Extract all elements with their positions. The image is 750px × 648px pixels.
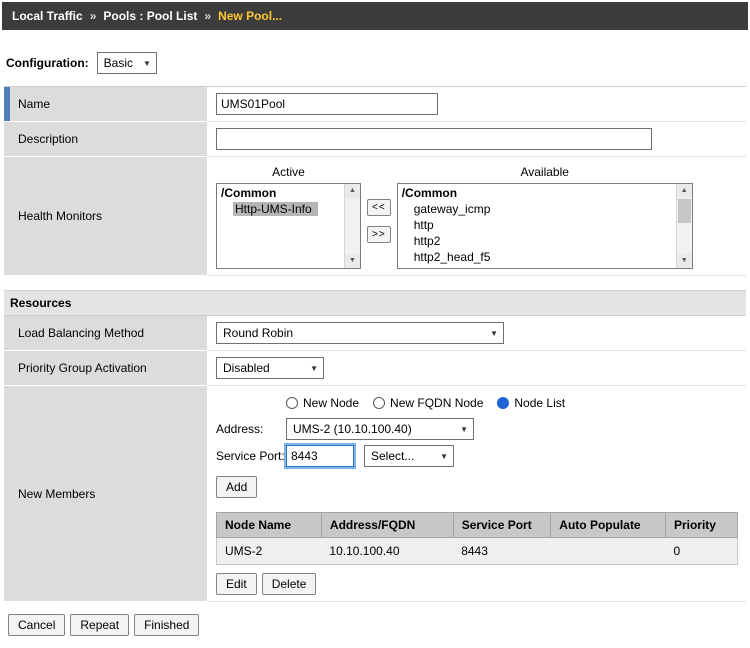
- scrollbar-thumb[interactable]: [678, 199, 691, 223]
- configuration-label: Configuration:: [6, 56, 89, 70]
- members-header-service-port: Service Port: [453, 513, 551, 538]
- address-label: Address:: [216, 422, 286, 436]
- scroll-up-icon[interactable]: ▲: [677, 184, 692, 198]
- priority-group-value: Disabled: [223, 361, 270, 375]
- member-priority: 0: [665, 538, 737, 565]
- name-label: Name: [10, 87, 208, 122]
- available-monitor-item[interactable]: http2_head_f5: [398, 249, 675, 265]
- resources-table: Load Balancing Method Round Robin ▼ Prio…: [4, 316, 746, 602]
- members-header-node-name: Node Name: [217, 513, 322, 538]
- members-header-address: Address/FQDN: [321, 513, 453, 538]
- monitor-partition-group: /Common: [217, 185, 343, 201]
- member-service-port: 8443: [453, 538, 551, 565]
- monitor-partition-group: /Common: [398, 185, 675, 201]
- members-header-auto-populate: Auto Populate: [551, 513, 666, 538]
- scroll-down-icon[interactable]: ▼: [345, 254, 360, 268]
- new-members-label: New Members: [10, 386, 208, 602]
- available-monitors-listbox[interactable]: /Common gateway_icmp http http2 http2_he…: [397, 183, 693, 269]
- resources-section-header: Resources: [4, 290, 746, 316]
- available-monitor-item[interactable]: http: [398, 217, 675, 233]
- name-input[interactable]: [216, 93, 438, 115]
- configuration-select[interactable]: Basic ▼: [97, 52, 157, 74]
- load-balancing-label: Load Balancing Method: [10, 316, 208, 351]
- service-port-input[interactable]: [286, 445, 354, 467]
- priority-group-select[interactable]: Disabled ▼: [216, 357, 324, 379]
- radio-icon[interactable]: [286, 397, 298, 409]
- cancel-button[interactable]: Cancel: [8, 614, 65, 636]
- configuration-row: Configuration: Basic ▼: [0, 30, 750, 86]
- service-port-select-value: Select...: [371, 449, 414, 463]
- load-balancing-select[interactable]: Round Robin ▼: [216, 322, 504, 344]
- description-row: Description: [4, 122, 746, 157]
- finished-button[interactable]: Finished: [134, 614, 199, 636]
- form-footer: Cancel Repeat Finished: [8, 614, 742, 636]
- repeat-button[interactable]: Repeat: [70, 614, 129, 636]
- breadcrumb-current-page: New Pool...: [218, 9, 282, 23]
- radio-node-list[interactable]: Node List: [497, 396, 565, 410]
- radio-icon[interactable]: [373, 397, 385, 409]
- table-row[interactable]: UMS-2 10.10.100.40 8443 0: [217, 538, 738, 565]
- address-value: UMS-2 (10.10.100.40): [293, 422, 412, 436]
- health-monitors-row: Health Monitors Active /Common Http-UMS-…: [4, 157, 746, 276]
- active-monitors-header: Active: [216, 163, 361, 183]
- pool-general-properties-table: Name Description Health Monitors Active …: [4, 86, 746, 276]
- radio-new-node-label: New Node: [303, 396, 359, 410]
- scroll-up-icon[interactable]: ▲: [345, 184, 360, 198]
- node-type-radio-group: New Node New FQDN Node Node List: [286, 396, 738, 410]
- available-monitor-item[interactable]: http2: [398, 233, 675, 249]
- configuration-select-value: Basic: [104, 56, 133, 70]
- breadcrumb-pool-list[interactable]: Pools : Pool List: [103, 9, 197, 23]
- load-balancing-value: Round Robin: [223, 326, 293, 340]
- delete-button[interactable]: Delete: [262, 573, 317, 595]
- priority-group-label: Priority Group Activation: [10, 351, 208, 386]
- chevron-down-icon: ▼: [310, 364, 318, 373]
- active-monitors-listbox[interactable]: /Common Http-UMS-Info ▲ ▼: [216, 183, 361, 269]
- service-port-select[interactable]: Select... ▼: [364, 445, 454, 467]
- member-node-name: UMS-2: [217, 538, 322, 565]
- radio-selected-icon[interactable]: [497, 397, 509, 409]
- radio-new-fqdn-node[interactable]: New FQDN Node: [373, 396, 483, 410]
- member-auto-populate: [551, 538, 666, 565]
- move-to-available-button[interactable]: <<: [367, 199, 391, 216]
- new-members-row: New Members New Node New FQDN Node Node …: [4, 386, 746, 602]
- description-label: Description: [10, 122, 208, 157]
- radio-node-list-label: Node List: [514, 396, 565, 410]
- description-input[interactable]: [216, 128, 652, 150]
- breadcrumb-local-traffic[interactable]: Local Traffic: [12, 9, 83, 23]
- breadcrumb-separator-icon: »: [204, 9, 211, 23]
- radio-new-node[interactable]: New Node: [286, 396, 359, 410]
- breadcrumb-separator-icon: »: [90, 9, 97, 23]
- address-select[interactable]: UMS-2 (10.10.100.40) ▼: [286, 418, 474, 440]
- chevron-down-icon: ▼: [440, 452, 448, 461]
- selected-monitor[interactable]: Http-UMS-Info: [233, 202, 318, 216]
- breadcrumb: Local Traffic » Pools : Pool List » New …: [2, 2, 748, 30]
- service-port-label: Service Port:: [216, 449, 286, 463]
- member-address: 10.10.100.40: [321, 538, 453, 565]
- chevron-down-icon: ▼: [490, 329, 498, 338]
- load-balancing-row: Load Balancing Method Round Robin ▼: [4, 316, 746, 351]
- chevron-down-icon: ▼: [143, 59, 151, 68]
- edit-button[interactable]: Edit: [216, 573, 257, 595]
- members-header-priority: Priority: [665, 513, 737, 538]
- radio-new-fqdn-node-label: New FQDN Node: [390, 396, 483, 410]
- priority-group-row: Priority Group Activation Disabled ▼: [4, 351, 746, 386]
- scrollbar[interactable]: ▲ ▼: [676, 184, 692, 268]
- available-monitors-header: Available: [397, 163, 693, 183]
- active-monitor-item[interactable]: Http-UMS-Info: [217, 201, 343, 217]
- scroll-down-icon[interactable]: ▼: [677, 254, 692, 268]
- health-monitors-label: Health Monitors: [10, 157, 208, 276]
- chevron-down-icon: ▼: [460, 425, 468, 434]
- add-button[interactable]: Add: [216, 476, 257, 498]
- name-row: Name: [4, 87, 746, 122]
- move-to-active-button[interactable]: >>: [367, 226, 391, 243]
- available-monitor-item[interactable]: gateway_icmp: [398, 201, 675, 217]
- scrollbar[interactable]: ▲ ▼: [344, 184, 360, 268]
- members-table: Node Name Address/FQDN Service Port Auto…: [216, 512, 738, 565]
